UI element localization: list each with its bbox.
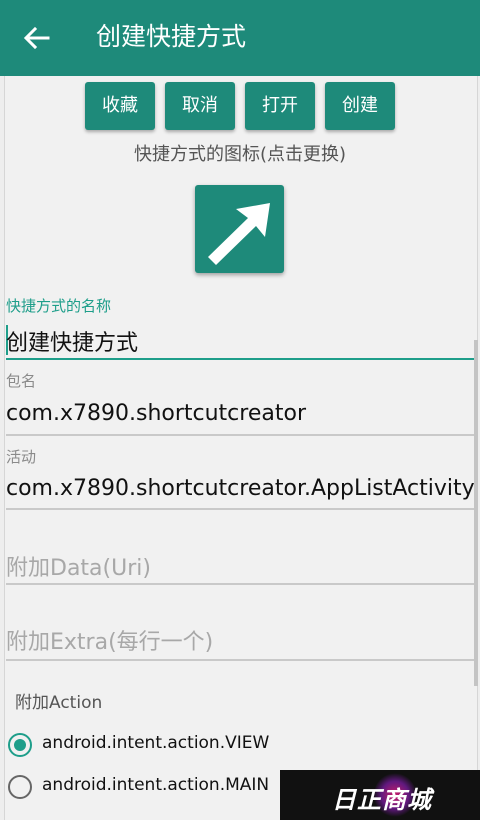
package-underline (6, 434, 475, 436)
package-label: 包名 (6, 372, 37, 390)
activity-underline (6, 508, 475, 510)
radio-option-label: android.intent.action.VIEW (42, 733, 270, 753)
open-button[interactable]: 打开 (245, 82, 315, 130)
shortcut-icon-picker[interactable] (195, 185, 284, 273)
data-uri-input[interactable]: 附加Data(Uri) (6, 550, 151, 582)
name-underline (6, 358, 475, 360)
name-input[interactable]: 创建快捷方式 (6, 325, 138, 357)
radio-unselected-icon (8, 775, 32, 799)
data-uri-underline (6, 583, 475, 585)
create-button[interactable]: 创建 (325, 82, 395, 130)
radio-option-label: android.intent.action.MAIN (42, 775, 270, 795)
cancel-button[interactable]: 取消 (165, 82, 235, 130)
icon-caption: 快捷方式的图标(点击更换) (133, 144, 347, 165)
scrollbar[interactable] (474, 340, 478, 686)
activity-input[interactable]: com.x7890.shortcutcreator.AppListActivit… (6, 476, 475, 501)
app-toolbar: 创建快捷方式 (0, 0, 480, 76)
activity-label: 活动 (6, 448, 37, 466)
diagonal-arrow-icon (208, 203, 270, 265)
name-label: 快捷方式的名称 (6, 297, 112, 315)
page-title: 创建快捷方式 (96, 22, 247, 51)
watermark-logo: 日正商城 (280, 770, 480, 820)
favorite-button[interactable]: 收藏 (85, 82, 155, 130)
radio-selected-icon (8, 733, 32, 757)
extra-input[interactable]: 附加Extra(每行一个) (6, 624, 213, 656)
watermark-text: 日正商城 (332, 786, 432, 814)
package-input[interactable]: com.x7890.shortcutcreator (6, 401, 306, 426)
extra-underline (6, 659, 475, 661)
action-label: 附加Action (15, 693, 103, 713)
back-arrow-icon[interactable] (22, 24, 52, 52)
